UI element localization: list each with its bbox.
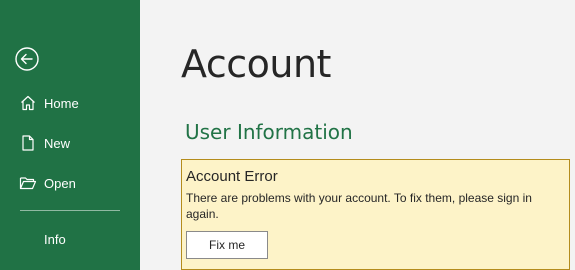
section-title: User Information xyxy=(185,120,353,144)
error-title: Account Error xyxy=(186,168,278,185)
sidebar-item-home[interactable]: Home xyxy=(0,87,140,119)
sidebar-item-open[interactable]: Open xyxy=(0,167,140,199)
sidebar-item-label: Info xyxy=(44,231,66,247)
sidebar-item-info[interactable]: Info xyxy=(0,223,140,255)
fix-me-button[interactable]: Fix me xyxy=(186,231,268,259)
sidebar-divider xyxy=(20,210,120,211)
open-folder-icon xyxy=(19,174,37,192)
home-icon xyxy=(19,94,37,112)
account-error-banner: Account Error There are problems with yo… xyxy=(181,159,570,270)
new-document-icon xyxy=(19,134,37,152)
backstage-sidebar: Home New Open Info xyxy=(0,0,140,270)
sidebar-item-new[interactable]: New xyxy=(0,127,140,159)
error-message: There are problems with your account. To… xyxy=(186,191,532,221)
sidebar-item-label: Home xyxy=(44,95,79,111)
main-content: Account User Information Account Error T… xyxy=(140,0,575,270)
page-title: Account xyxy=(181,42,331,86)
back-arrow-icon[interactable] xyxy=(14,46,40,72)
sidebar-item-label: New xyxy=(44,135,71,151)
sidebar-item-label: Open xyxy=(44,175,76,191)
